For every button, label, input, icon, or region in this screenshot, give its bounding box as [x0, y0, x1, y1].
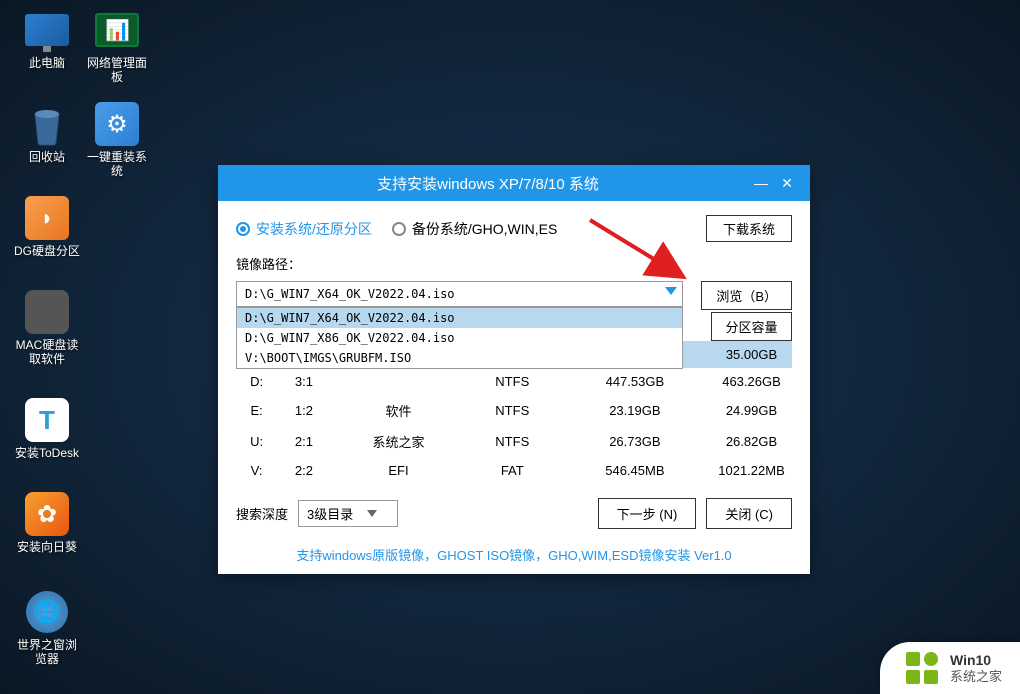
watermark-logo-icon — [904, 650, 940, 686]
watermark-line1: Win10 — [950, 652, 1002, 669]
trash-icon — [25, 102, 69, 146]
radio-icon — [392, 222, 406, 236]
table-row[interactable]: D: 3:1 NTFS 447.53GB 463.26GB — [236, 368, 792, 395]
desktop-icon-trash[interactable]: 回收站 — [12, 102, 82, 164]
icon-label: 回收站 — [29, 150, 65, 164]
path-dropdown-list: D:\G_WIN7_X64_OK_V2022.04.iso D:\G_WIN7_… — [236, 307, 683, 369]
cell-drive: U: — [236, 426, 277, 457]
radio-backup[interactable]: 备份系统/GHO,WIN,ES — [392, 219, 557, 239]
desktop-icon-sunlogin[interactable]: ✿ 安装向日葵 — [12, 492, 82, 554]
installer-dialog: 支持安装windows XP/7/8/10 系统 — ✕ 安装系统/还原分区 备… — [218, 165, 810, 574]
cell-cap: 26.82GB — [712, 426, 792, 457]
mode-radio-row: 安装系统/还原分区 备份系统/GHO,WIN,ES 下载系统 — [236, 215, 792, 242]
desktop-icon-browser[interactable]: 🌐 世界之窗浏览器 — [12, 590, 82, 667]
gear-icon: ⚙ — [95, 102, 139, 146]
cell-fs: FAT — [466, 457, 558, 484]
cell-used: 447.53GB — [558, 368, 711, 395]
close-button[interactable]: 关闭 (C) — [706, 498, 792, 529]
cell-drive: D: — [236, 368, 277, 395]
disk-icon: ◗ — [25, 196, 69, 240]
desktop-icon-this-pc[interactable]: 此电脑 — [12, 8, 82, 70]
image-path-input[interactable] — [236, 281, 683, 307]
todesk-icon: T — [25, 398, 69, 442]
radio-label: 备份系统/GHO,WIN,ES — [412, 219, 557, 239]
desktop-icon-dg[interactable]: ◗ DG硬盘分区 — [12, 196, 82, 258]
icon-label: 世界之窗浏览器 — [12, 638, 82, 667]
icon-label: DG硬盘分区 — [14, 244, 80, 258]
radio-install[interactable]: 安装系统/还原分区 — [236, 219, 372, 239]
cell-cap: 24.99GB — [712, 395, 792, 426]
cell-fs: NTFS — [466, 426, 558, 457]
cell-cap: 1021.22MB — [712, 457, 792, 484]
icon-label: 网络管理面板 — [82, 56, 152, 85]
sunflower-icon: ✿ — [25, 492, 69, 536]
desktop-icon-mac[interactable]: MAC硬盘读取软件 — [12, 290, 82, 367]
cell-idx: 3:1 — [277, 368, 330, 395]
browse-button[interactable]: 浏览（B） — [701, 281, 792, 310]
cell-name: 软件 — [331, 395, 467, 426]
footer-text: 支持windows原版镜像，GHOST ISO镜像，GHO,WIM,ESD镜像安… — [236, 539, 792, 564]
search-depth-select[interactable]: 3级目录 — [298, 500, 398, 527]
table-row[interactable]: E: 1:2 软件 NTFS 23.19GB 24.99GB — [236, 395, 792, 426]
icon-label: MAC硬盘读取软件 — [12, 338, 82, 367]
window-title: 支持安装windows XP/7/8/10 系统 — [228, 173, 748, 194]
next-button[interactable]: 下一步 (N) — [598, 498, 697, 529]
image-path-label: 镜像路径： — [236, 254, 792, 273]
cell-name — [331, 368, 467, 395]
download-system-button[interactable]: 下载系统 — [706, 215, 792, 242]
minimize-button[interactable]: — — [748, 173, 774, 193]
desktop-icon-network[interactable]: 网络管理面板 — [82, 8, 152, 85]
bottom-controls: 搜索深度 3级目录 下一步 (N) 关闭 (C) — [236, 498, 792, 529]
network-icon — [95, 8, 139, 52]
cell-drive: V: — [236, 457, 277, 484]
titlebar[interactable]: 支持安装windows XP/7/8/10 系统 — ✕ — [218, 165, 810, 201]
icon-label: 安装向日葵 — [17, 540, 77, 554]
column-header-capacity: 分区容量 — [712, 313, 792, 341]
desktop-icon-reinstall[interactable]: ⚙ 一键重装系统 — [82, 102, 152, 179]
cell-fs: NTFS — [466, 368, 558, 395]
cell-name: 系统之家 — [331, 426, 467, 457]
cell-used: 26.73GB — [558, 426, 711, 457]
cell-drive: E: — [236, 395, 277, 426]
cell-idx: 2:1 — [277, 426, 330, 457]
watermark: Win10 系统之家 — [880, 642, 1020, 694]
select-value: 3级目录 — [307, 504, 353, 523]
table-row[interactable]: V: 2:2 EFI FAT 546.45MB 1021.22MB — [236, 457, 792, 484]
chevron-down-icon[interactable] — [665, 287, 677, 295]
icon-label: 安装ToDesk — [15, 446, 79, 460]
radio-icon — [236, 222, 250, 236]
dropdown-item[interactable]: D:\G_WIN7_X64_OK_V2022.04.iso — [237, 308, 682, 328]
cell-used: 546.45MB — [558, 457, 711, 484]
chevron-down-icon — [367, 510, 377, 517]
close-button[interactable]: ✕ — [774, 173, 800, 193]
globe-icon: 🌐 — [25, 590, 69, 634]
cell-name: EFI — [331, 457, 467, 484]
icon-label: 此电脑 — [29, 56, 65, 70]
radio-label: 安装系统/还原分区 — [256, 219, 372, 239]
watermark-line2: 系统之家 — [950, 669, 1002, 685]
path-combobox[interactable]: D:\G_WIN7_X64_OK_V2022.04.iso D:\G_WIN7_… — [236, 281, 683, 307]
dropdown-item[interactable]: V:\BOOT\IMGS\GRUBFM.ISO — [237, 348, 682, 368]
cell-idx: 1:2 — [277, 395, 330, 426]
icon-label: 一键重装系统 — [82, 150, 152, 179]
watermark-text: Win10 系统之家 — [950, 652, 1002, 684]
desktop-icon-todesk[interactable]: T 安装ToDesk — [12, 398, 82, 460]
cell-idx: 2:2 — [277, 457, 330, 484]
dropdown-item[interactable]: D:\G_WIN7_X86_OK_V2022.04.iso — [237, 328, 682, 348]
search-depth-label: 搜索深度 — [236, 504, 288, 523]
pc-icon — [25, 8, 69, 52]
apple-icon — [25, 290, 69, 334]
cell-fs: NTFS — [466, 395, 558, 426]
cell-used: 23.19GB — [558, 395, 711, 426]
cell-cap: 35.00GB — [712, 341, 792, 369]
cell-cap: 463.26GB — [712, 368, 792, 395]
table-row[interactable]: U: 2:1 系统之家 NTFS 26.73GB 26.82GB — [236, 426, 792, 457]
